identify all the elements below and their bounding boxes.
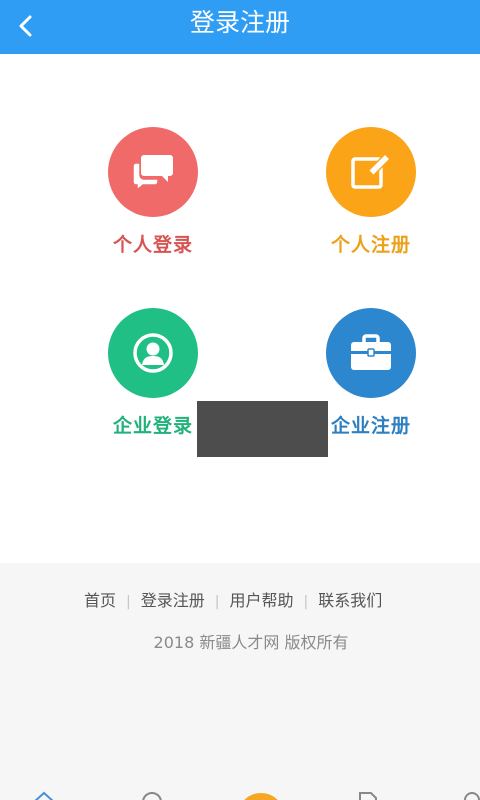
- page-title: 登录注册: [189, 8, 290, 37]
- footer-separator: |: [214, 594, 220, 610]
- chat-bubbles-icon: [132, 155, 173, 192]
- personal-login-icon-circle: [108, 127, 198, 217]
- user-circle-icon: [133, 333, 173, 373]
- footer-link-contact[interactable]: 联系我们: [318, 591, 382, 610]
- personal-login-label: 个人登录: [112, 234, 193, 256]
- footer: 首页 | 登录注册 | 用户帮助 | 联系我们 2018 新疆人才网 版权所有: [0, 563, 480, 800]
- footer-links: 首页 | 登录注册 | 用户帮助 | 联系我们: [0, 587, 480, 611]
- home-icon[interactable]: [32, 790, 56, 800]
- footer-separator: |: [303, 594, 309, 610]
- bottom-nav: [0, 786, 480, 800]
- footer-link-home[interactable]: 首页: [84, 591, 116, 610]
- footer-link-help[interactable]: 用户帮助: [229, 591, 293, 610]
- enterprise-login-icon-circle: [108, 308, 198, 398]
- personal-register-button[interactable]: 个人注册: [281, 127, 461, 257]
- personal-login-button[interactable]: 个人登录: [63, 127, 243, 257]
- footer-link-login-register[interactable]: 登录注册: [141, 591, 205, 610]
- document-icon[interactable]: [356, 790, 380, 800]
- enterprise-register-icon-circle: [326, 308, 416, 398]
- center-action-icon[interactable]: [238, 793, 284, 800]
- user-icon[interactable]: [462, 790, 480, 800]
- footer-separator: |: [126, 594, 131, 610]
- search-icon[interactable]: [140, 790, 164, 800]
- personal-register-label: 个人注册: [330, 234, 411, 256]
- personal-register-icon-circle: [326, 127, 416, 217]
- copyright-text: 2018 新疆人才网 版权所有: [153, 633, 349, 652]
- edit-note-icon: [351, 152, 392, 189]
- briefcase-icon: [351, 334, 391, 370]
- top-bar: 登录注册: [0, 0, 480, 54]
- redacted-area: [197, 401, 328, 457]
